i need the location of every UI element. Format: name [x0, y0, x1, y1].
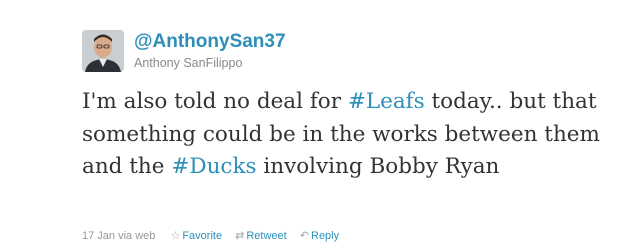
- profile-photo-icon: [82, 30, 124, 72]
- reply-button[interactable]: ↶ Reply: [300, 229, 339, 243]
- hashtag-link[interactable]: #Ducks: [171, 154, 256, 179]
- star-icon: ☆: [170, 230, 181, 242]
- reply-icon: ↶: [299, 230, 309, 242]
- tweet-card: @AnthonySan37 Anthony SanFilippo I'm als…: [0, 0, 626, 249]
- avatar[interactable]: [82, 30, 124, 72]
- favorite-label: Favorite: [182, 230, 223, 242]
- user-full-name: Anthony SanFilippo: [134, 56, 243, 70]
- tweet-text-segment: involving Bobby Ryan: [256, 154, 500, 179]
- retweet-icon: ⇄: [235, 230, 245, 242]
- tweet-text-segment: I'm also told no deal for: [82, 89, 348, 114]
- tweet-meta: 17 Jan via web ☆ Favorite ⇄ Retweet ↶ Reply: [82, 229, 349, 243]
- tweet-actions: ☆ Favorite ⇄ Retweet ↶ Reply: [170, 229, 349, 243]
- favorite-button[interactable]: ☆ Favorite: [170, 229, 222, 243]
- hashtag-link[interactable]: #Leafs: [348, 89, 425, 114]
- timestamp[interactable]: 17 Jan via web: [82, 229, 155, 243]
- reply-label: Reply: [311, 230, 340, 242]
- retweet-label: Retweet: [246, 230, 287, 242]
- retweet-button[interactable]: ⇄ Retweet: [235, 229, 287, 243]
- user-handle[interactable]: @AnthonySan37: [134, 31, 286, 53]
- tweet-text: I'm also told no deal for #Leafs today..…: [82, 86, 622, 184]
